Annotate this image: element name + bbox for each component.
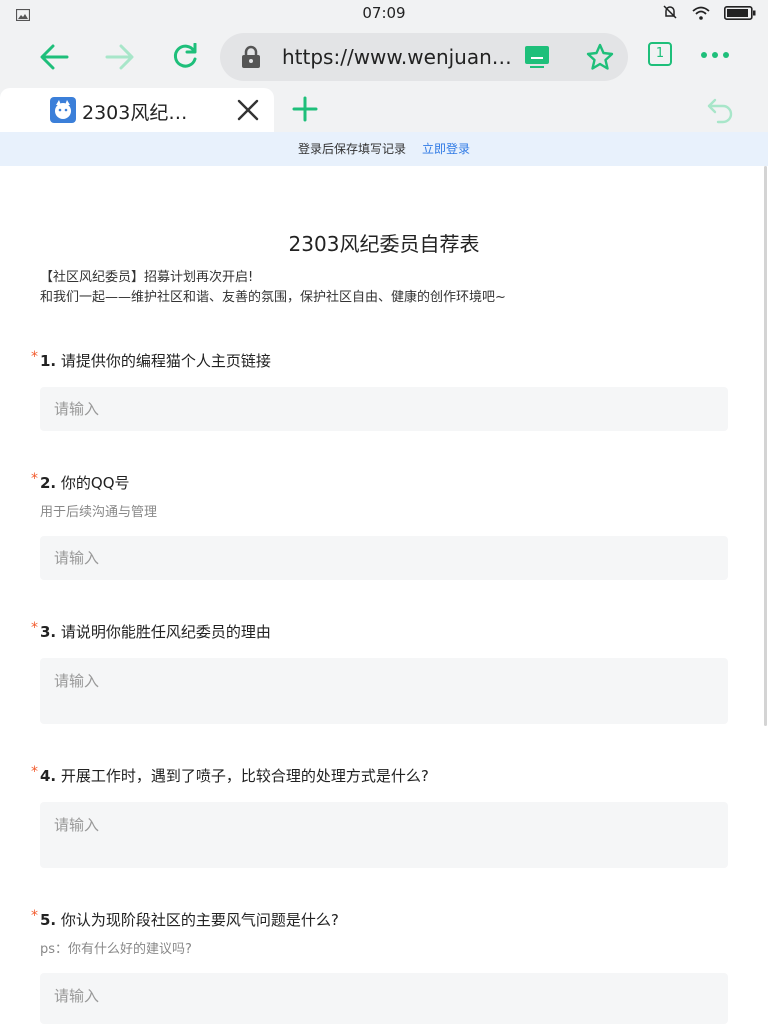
forward-arrow-icon — [105, 44, 134, 70]
page-title: 2303风纪委员自荐表 — [288, 232, 480, 256]
intro-line: 和我们一起——维护社区和谐、友善的氛围，保护社区自由、健康的创作环境吧~ — [40, 290, 506, 305]
status-time: 07:09 — [362, 4, 406, 22]
question-1-input[interactable] — [40, 387, 728, 431]
reload-button[interactable] — [165, 38, 205, 76]
question-2-hint: 用于后续沟通与管理 — [40, 505, 158, 520]
mute-icon — [662, 4, 678, 24]
status-bar: 07:09 — [0, 0, 768, 26]
required-asterisk: * — [31, 620, 38, 636]
question-5-textarea[interactable] — [40, 973, 728, 1024]
login-link[interactable]: 立即登录 — [422, 142, 470, 156]
question-5-label: * 5. 你认为现阶段社区的主要风气问题是什么? — [31, 908, 339, 929]
back-arrow-icon — [40, 44, 69, 70]
reload-icon — [173, 43, 197, 68]
lock-icon — [240, 45, 262, 73]
required-asterisk: * — [31, 908, 38, 924]
question-4-textarea[interactable] — [40, 802, 728, 868]
required-asterisk: * — [31, 764, 38, 780]
tab-strip: 2303风纪… — [0, 88, 768, 132]
address-bar[interactable]: https://www.wenjuan… — [220, 33, 628, 81]
required-asterisk: * — [31, 349, 38, 365]
intro-line: 【社区风纪委员】招募计划再次开启! — [40, 270, 254, 285]
undo-close-tab-icon[interactable] — [706, 96, 734, 128]
site-favicon-icon — [50, 97, 76, 123]
battery-icon — [724, 5, 756, 24]
form-intro: 【社区风纪委员】招募计划再次开启! 和我们一起——维护社区和谐、友善的氛围，保护… — [40, 268, 506, 308]
active-tab[interactable]: 2303风纪… — [0, 88, 274, 132]
back-button[interactable] — [34, 38, 74, 76]
question-2-input[interactable] — [40, 536, 728, 580]
question-3-label: * 3. 请说明你能胜任风纪委员的理由 — [31, 620, 271, 641]
tab-count-button[interactable]: 1 — [648, 42, 672, 66]
wifi-icon — [692, 5, 710, 24]
question-5-hint: ps：你有什么好的建议吗? — [40, 942, 192, 957]
question-2-label: * 2. 你的QQ号 — [31, 471, 130, 492]
close-tab-icon[interactable] — [236, 98, 260, 126]
question-3-textarea[interactable] — [40, 658, 728, 724]
tab-title: 2303风纪… — [82, 102, 188, 124]
required-asterisk: * — [31, 471, 38, 487]
banner-text: 登录后保存填写记录 — [297, 142, 406, 156]
reader-mode-icon[interactable] — [524, 45, 550, 73]
browser-toolbar: https://www.wenjuan… 1 — [0, 26, 768, 88]
forward-button[interactable] — [100, 38, 140, 76]
login-banner: 登录后保存填写记录 立即登录 — [0, 132, 768, 166]
more-menu-icon[interactable] — [700, 44, 730, 63]
question-4-label: * 4. 开展工作时，遇到了喷子，比较合理的处理方式是什么? — [31, 764, 429, 785]
question-1-label: * 1. 请提供你的编程猫个人主页链接 — [31, 349, 271, 370]
bookmark-star-icon[interactable] — [586, 43, 614, 75]
new-tab-plus-icon[interactable] — [292, 96, 318, 126]
url-text: https://www.wenjuan… — [282, 45, 512, 69]
